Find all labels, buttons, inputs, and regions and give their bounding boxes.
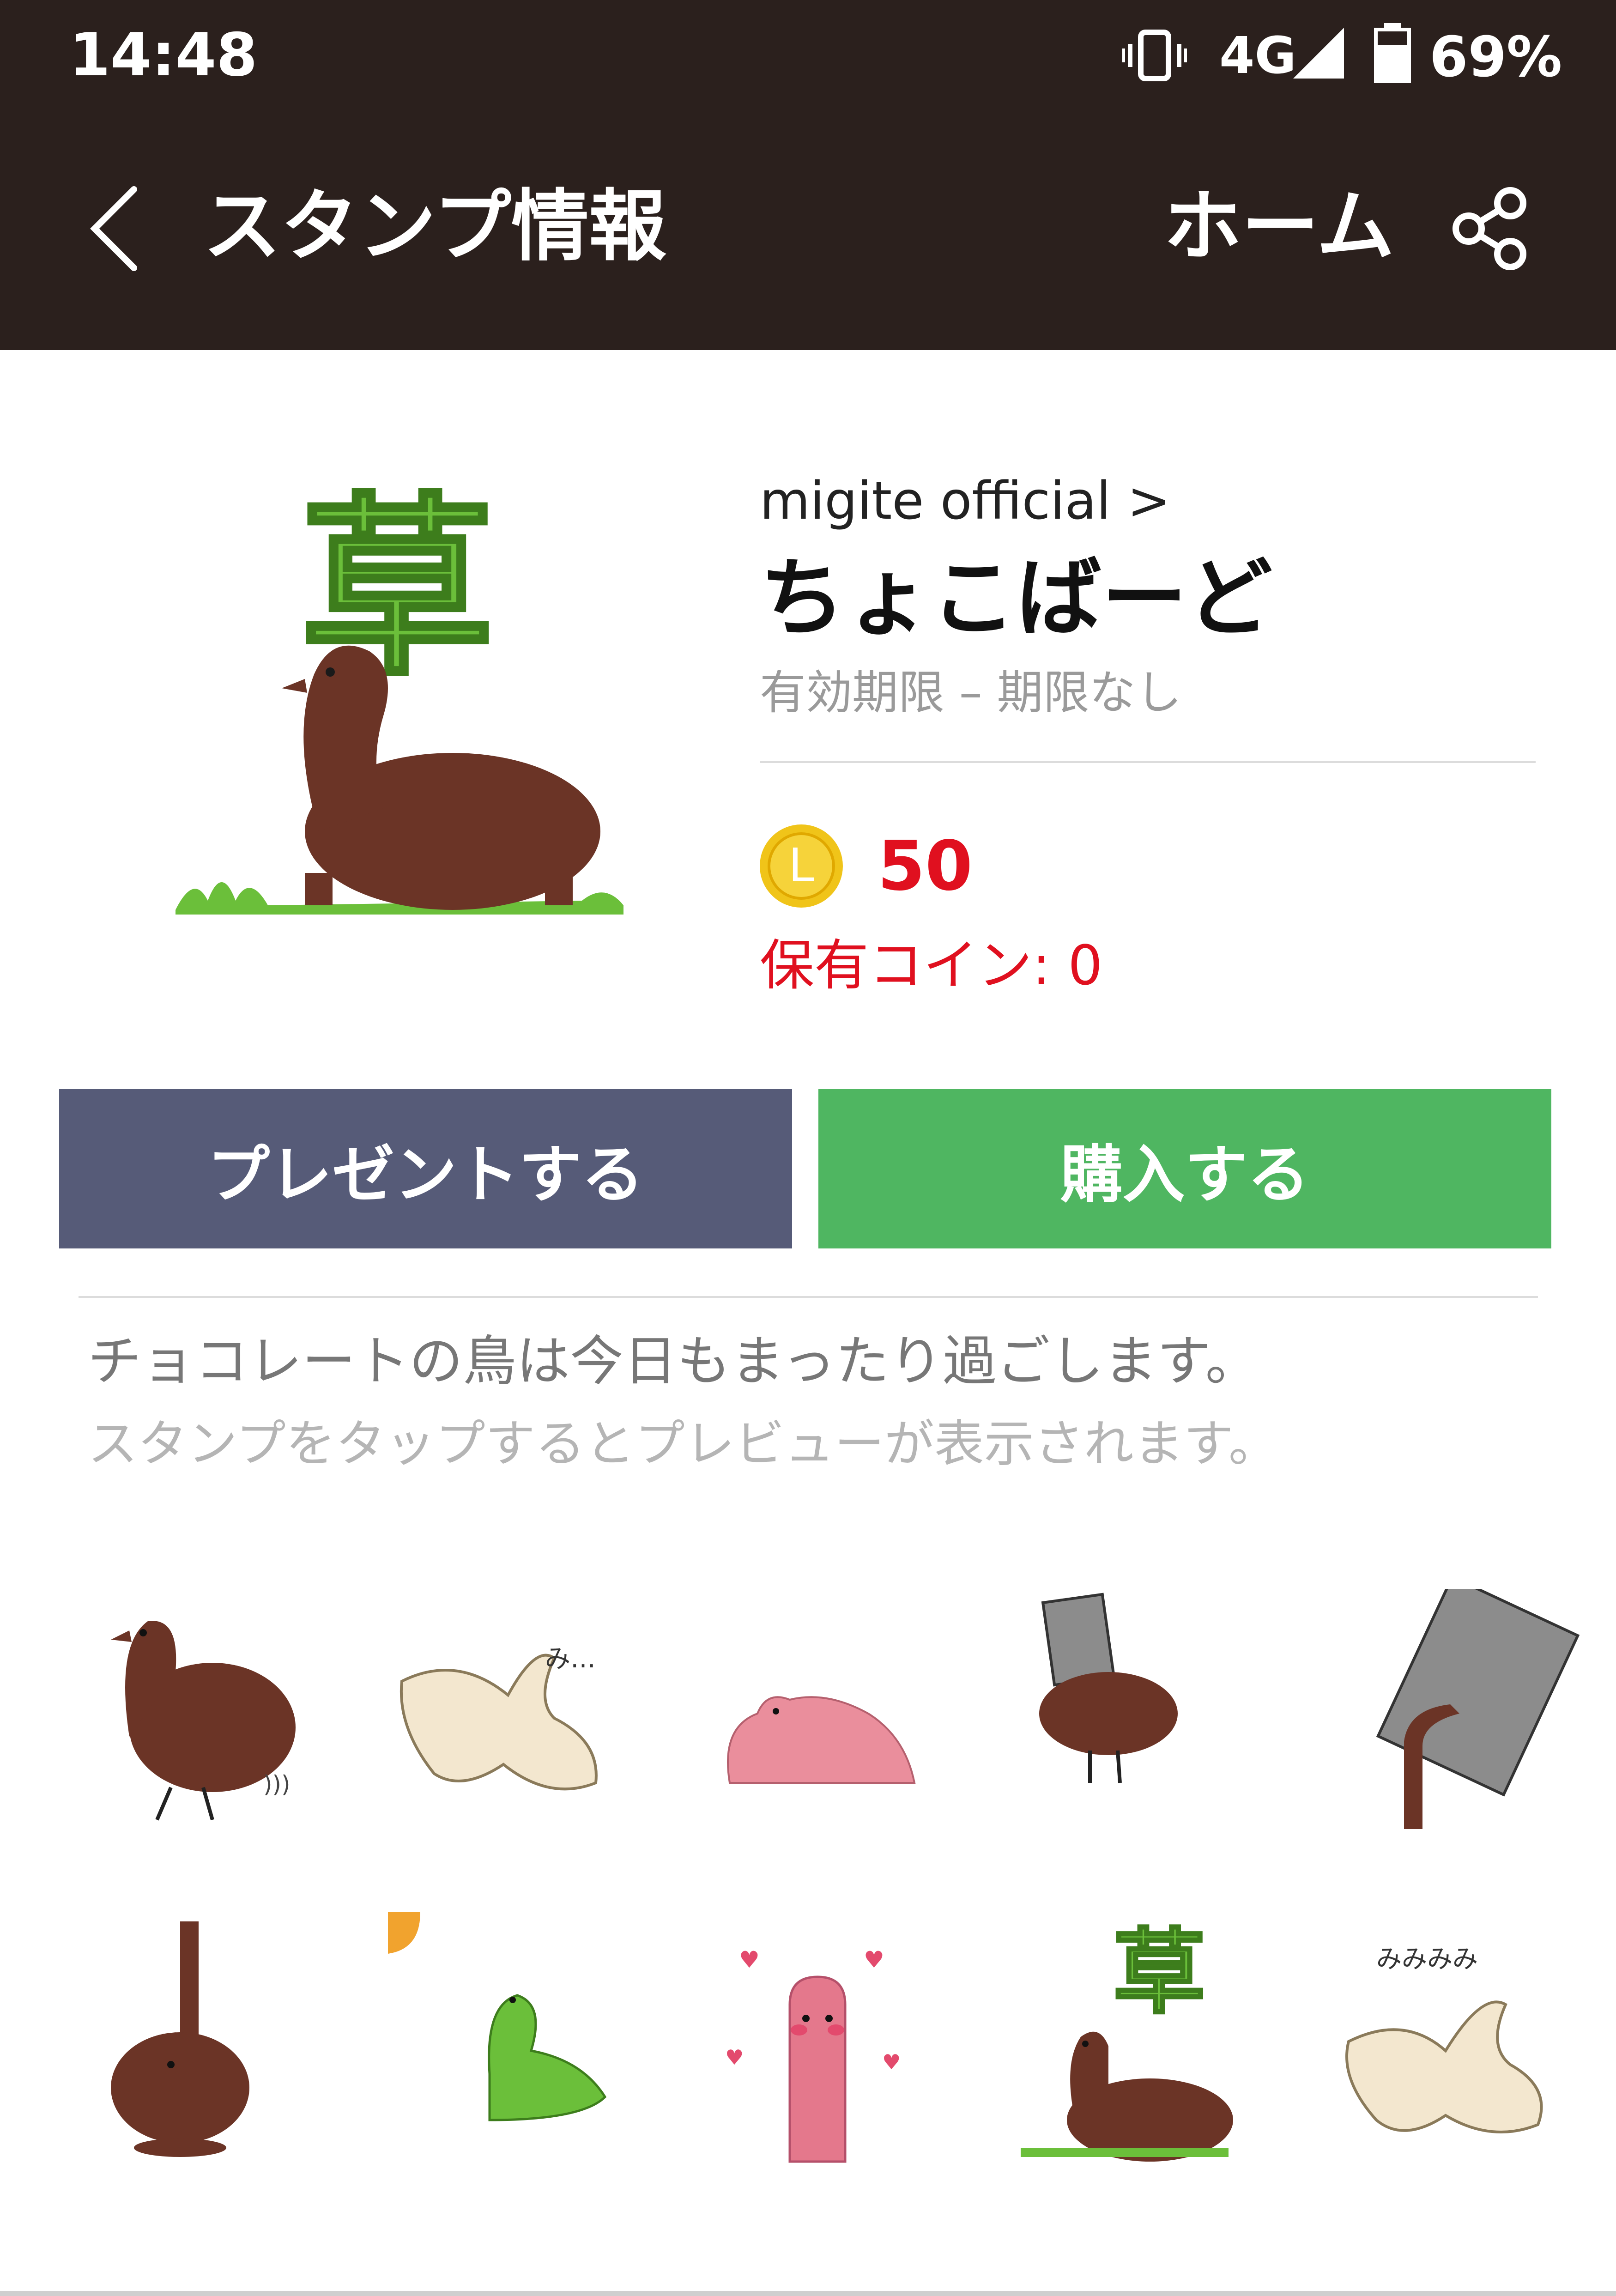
svg-text:みみみみ: みみみみ bbox=[1376, 1944, 1478, 1974]
bottom-edge bbox=[0, 2291, 1616, 2296]
battery-percent: 69% bbox=[1429, 25, 1562, 90]
description: チョコレートの鳥は今日もまったり過ごします。 bbox=[88, 1330, 1259, 1393]
vibrate-icon bbox=[1122, 30, 1187, 81]
sticker-thumbnail[interactable] bbox=[388, 1912, 647, 2171]
share-icon[interactable] bbox=[1450, 187, 1529, 270]
status-time: 14:48 bbox=[69, 21, 258, 90]
back-arrow-icon[interactable] bbox=[83, 185, 143, 273]
sticker-thumbnail[interactable]: みみみみ bbox=[1335, 1912, 1593, 2171]
sticker-title: ちょこばーど bbox=[760, 548, 1272, 648]
sticker-thumbnail[interactable]: 草 bbox=[1016, 1912, 1275, 2171]
sticker-thumbnail[interactable] bbox=[1339, 1589, 1598, 1848]
price: 50 bbox=[878, 826, 973, 906]
battery-icon bbox=[1374, 23, 1411, 83]
signal-icon bbox=[1293, 28, 1344, 79]
svg-text:♥: ♥ bbox=[882, 2050, 901, 2074]
owned-coins: 保有コイン: 0 bbox=[760, 933, 1103, 997]
sticker-thumbnail[interactable]: ))) bbox=[88, 1589, 346, 1848]
present-button[interactable]: プレゼントする bbox=[59, 1089, 792, 1248]
sticker-thumbnail[interactable]: み… bbox=[388, 1589, 647, 1848]
divider bbox=[79, 1296, 1538, 1298]
svg-text:♥: ♥ bbox=[739, 1946, 760, 1973]
svg-text:♥: ♥ bbox=[725, 2045, 744, 2070]
validity-text: 有効期限 – 期限なし bbox=[760, 666, 1182, 720]
svg-text:草: 草 bbox=[1113, 1919, 1205, 2027]
sticker-thumbnail[interactable] bbox=[711, 1589, 970, 1848]
svg-text:♥: ♥ bbox=[864, 1946, 884, 1973]
svg-text:み…: み… bbox=[545, 1644, 596, 1673]
sticker-thumbnail[interactable] bbox=[1039, 1589, 1298, 1848]
author-link[interactable]: migite official > bbox=[760, 466, 1171, 536]
svg-text:))): ))) bbox=[263, 1771, 291, 1798]
coin-icon: L bbox=[760, 824, 843, 908]
preview-hint: スタンプをタップするとプレビューが表示されます。 bbox=[88, 1415, 1278, 1473]
main-sticker-image: 草 bbox=[176, 474, 623, 915]
network-type: 4G bbox=[1219, 26, 1296, 85]
home-link[interactable]: ホーム bbox=[1164, 180, 1394, 273]
buy-button[interactable]: 購入する bbox=[818, 1089, 1551, 1248]
page-title: スタンプ情報 bbox=[203, 181, 666, 272]
sticker-thumbnail[interactable] bbox=[88, 1912, 346, 2171]
svg-text:L: L bbox=[788, 838, 814, 892]
sticker-thumbnail[interactable]: ♥ ♥ ♥ ♥ bbox=[711, 1912, 970, 2171]
divider bbox=[760, 761, 1536, 763]
